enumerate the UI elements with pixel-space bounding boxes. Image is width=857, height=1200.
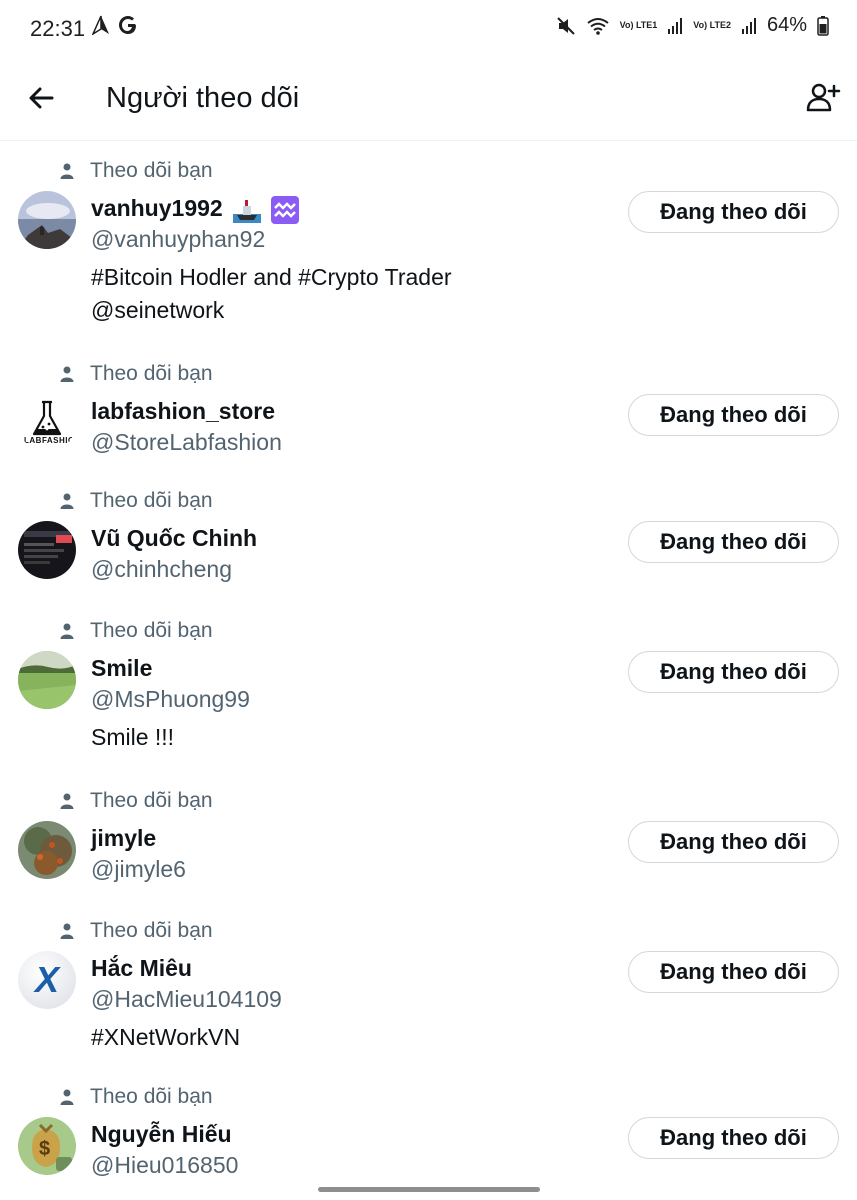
wifi-icon — [587, 17, 609, 35]
battery-percent: 64% — [766, 14, 807, 36]
lte2-signal-icon: Vo) LTE2 — [693, 20, 731, 30]
username[interactable]: @HacMieu104109 — [91, 986, 282, 1013]
follows-you-label: Theo dõi bạn — [58, 488, 213, 514]
following-button[interactable]: Đang theo dõi — [628, 951, 839, 993]
google-icon — [119, 16, 136, 34]
avatar[interactable] — [18, 651, 76, 709]
following-button[interactable]: Đang theo dõi — [628, 394, 839, 436]
person-icon — [60, 366, 74, 382]
display-name[interactable]: Vũ Quốc Chinh — [91, 525, 257, 552]
bio: #Bitcoin Hodler and #Crypto Trader @sein… — [91, 261, 591, 327]
avatar[interactable] — [18, 191, 76, 249]
follows-you-label: Theo dõi bạn — [58, 1084, 213, 1110]
follows-you-label: Theo dõi bạn — [58, 918, 213, 944]
svg-text:$: $ — [39, 1138, 50, 1160]
bio-line: #Bitcoin Hodler and #Crypto Trader — [91, 264, 452, 290]
top-app-bar: Người theo dõi — [0, 58, 857, 141]
display-name[interactable]: labfashion_store — [91, 398, 275, 425]
signal-bars-1-icon — [668, 17, 683, 34]
following-button[interactable]: Đang theo dõi — [628, 821, 839, 863]
avatar[interactable]: $ — [18, 1117, 76, 1175]
aquarius-emoji — [271, 195, 300, 224]
bio: #XNetWorkVN — [91, 1021, 591, 1054]
lte1-signal-icon: Vo) LTE1 — [619, 20, 658, 30]
battery-icon — [817, 15, 829, 36]
bio: Smile !!! — [91, 721, 591, 754]
bio-line: Smile !!! — [91, 724, 175, 750]
person-icon — [60, 1089, 74, 1105]
follows-you-label: Theo dõi bạn — [58, 618, 213, 644]
status-time: 22:31 — [30, 16, 86, 41]
display-name[interactable]: vanhuy1992 — [91, 195, 300, 224]
signal-bars-2-icon — [741, 17, 756, 34]
bio-line: @seinetwork — [91, 297, 225, 323]
username[interactable]: @Hieu016850 — [91, 1152, 238, 1179]
username[interactable]: @StoreLabfashion — [91, 429, 282, 456]
username[interactable]: @vanhuyphan92 — [91, 226, 265, 253]
display-name[interactable]: Hắc Miêu — [91, 955, 192, 982]
following-button[interactable]: Đang theo dõi — [628, 651, 839, 693]
avatar[interactable] — [18, 821, 76, 879]
follows-you-label: Theo dõi bạn — [58, 158, 213, 184]
username[interactable]: @chinhcheng — [91, 556, 232, 583]
username[interactable]: @jimyle6 — [91, 856, 186, 883]
display-name[interactable]: Smile — [91, 655, 152, 682]
ship-emoji — [233, 199, 262, 223]
person-icon — [60, 163, 74, 179]
person-icon — [60, 923, 74, 939]
avatar[interactable] — [18, 521, 76, 579]
status-left-icons — [92, 15, 138, 35]
avatar[interactable]: LABFASHION — [18, 394, 76, 452]
person-icon — [60, 493, 74, 509]
mute-icon — [556, 16, 575, 35]
following-button[interactable]: Đang theo dõi — [628, 1117, 839, 1159]
avatar[interactable]: X — [18, 951, 76, 1009]
navigation-icon — [92, 15, 109, 35]
status-bar: 22:31 Vo) LTE1 Vo) LTE2 64% — [0, 0, 857, 58]
home-indicator[interactable] — [318, 1187, 540, 1192]
username[interactable]: @MsPhuong99 — [91, 686, 250, 713]
page-title: Người theo dõi — [106, 82, 300, 114]
person-icon — [60, 623, 74, 639]
follows-you-label: Theo dõi bạn — [58, 361, 213, 387]
arrow-left-icon — [29, 87, 54, 109]
following-button[interactable]: Đang theo dõi — [628, 191, 839, 233]
x-logo-icon: X — [34, 959, 59, 1000]
person-icon — [60, 793, 74, 809]
add-user-icon — [806, 83, 841, 112]
bio-line: #XNetWorkVN — [91, 1024, 241, 1050]
following-button[interactable]: Đang theo dõi — [628, 521, 839, 563]
back-button[interactable] — [22, 78, 62, 118]
avatar-logo-text: LABFASHION — [24, 436, 76, 445]
follows-you-label: Theo dõi bạn — [58, 788, 213, 814]
display-name[interactable]: jimyle — [91, 825, 156, 852]
display-name[interactable]: Nguyễn Hiếu — [91, 1121, 232, 1148]
add-user-button[interactable] — [803, 78, 843, 118]
status-right-icons: Vo) LTE1 Vo) LTE2 64% — [556, 14, 829, 37]
